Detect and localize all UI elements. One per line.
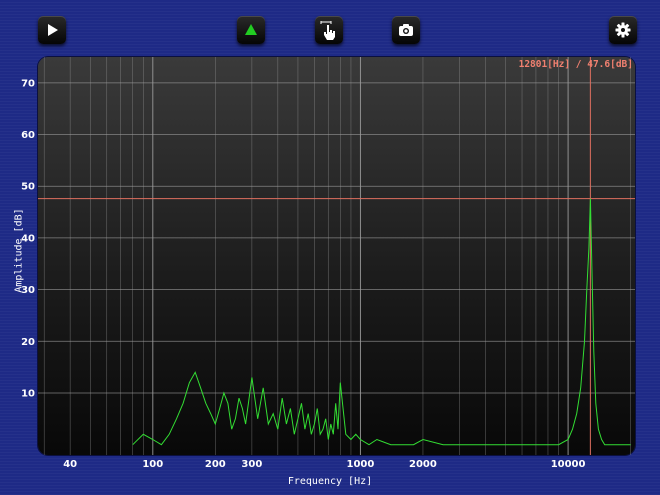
y-tick-label: 20	[21, 337, 35, 348]
spectrum-chart: 1020304050607040 100 200 300 1000 2000 10000	[21, 57, 635, 470]
y-axis-label: Amplitude [dB]	[13, 208, 25, 293]
x-tick-label: 100	[142, 459, 163, 470]
x-tick-label: 10000	[551, 459, 586, 470]
y-tick-label: 60	[21, 130, 35, 141]
x-tick-label: 2000	[409, 459, 437, 470]
y-tick-label: 10	[21, 388, 35, 399]
x-tick-label: 300	[241, 459, 262, 470]
x-tick-label: 40	[63, 459, 77, 470]
y-tick-label: 50	[21, 182, 35, 193]
x-tick-label: 200	[205, 459, 226, 470]
x-axis-label: Frequency [Hz]	[287, 476, 373, 487]
x-tick-label: 1000	[347, 459, 375, 470]
y-tick-label: 70	[21, 78, 35, 89]
spectrum-trace	[132, 198, 631, 446]
cursor-readout: 12801[Hz] / 47.6[dB]	[518, 59, 633, 70]
